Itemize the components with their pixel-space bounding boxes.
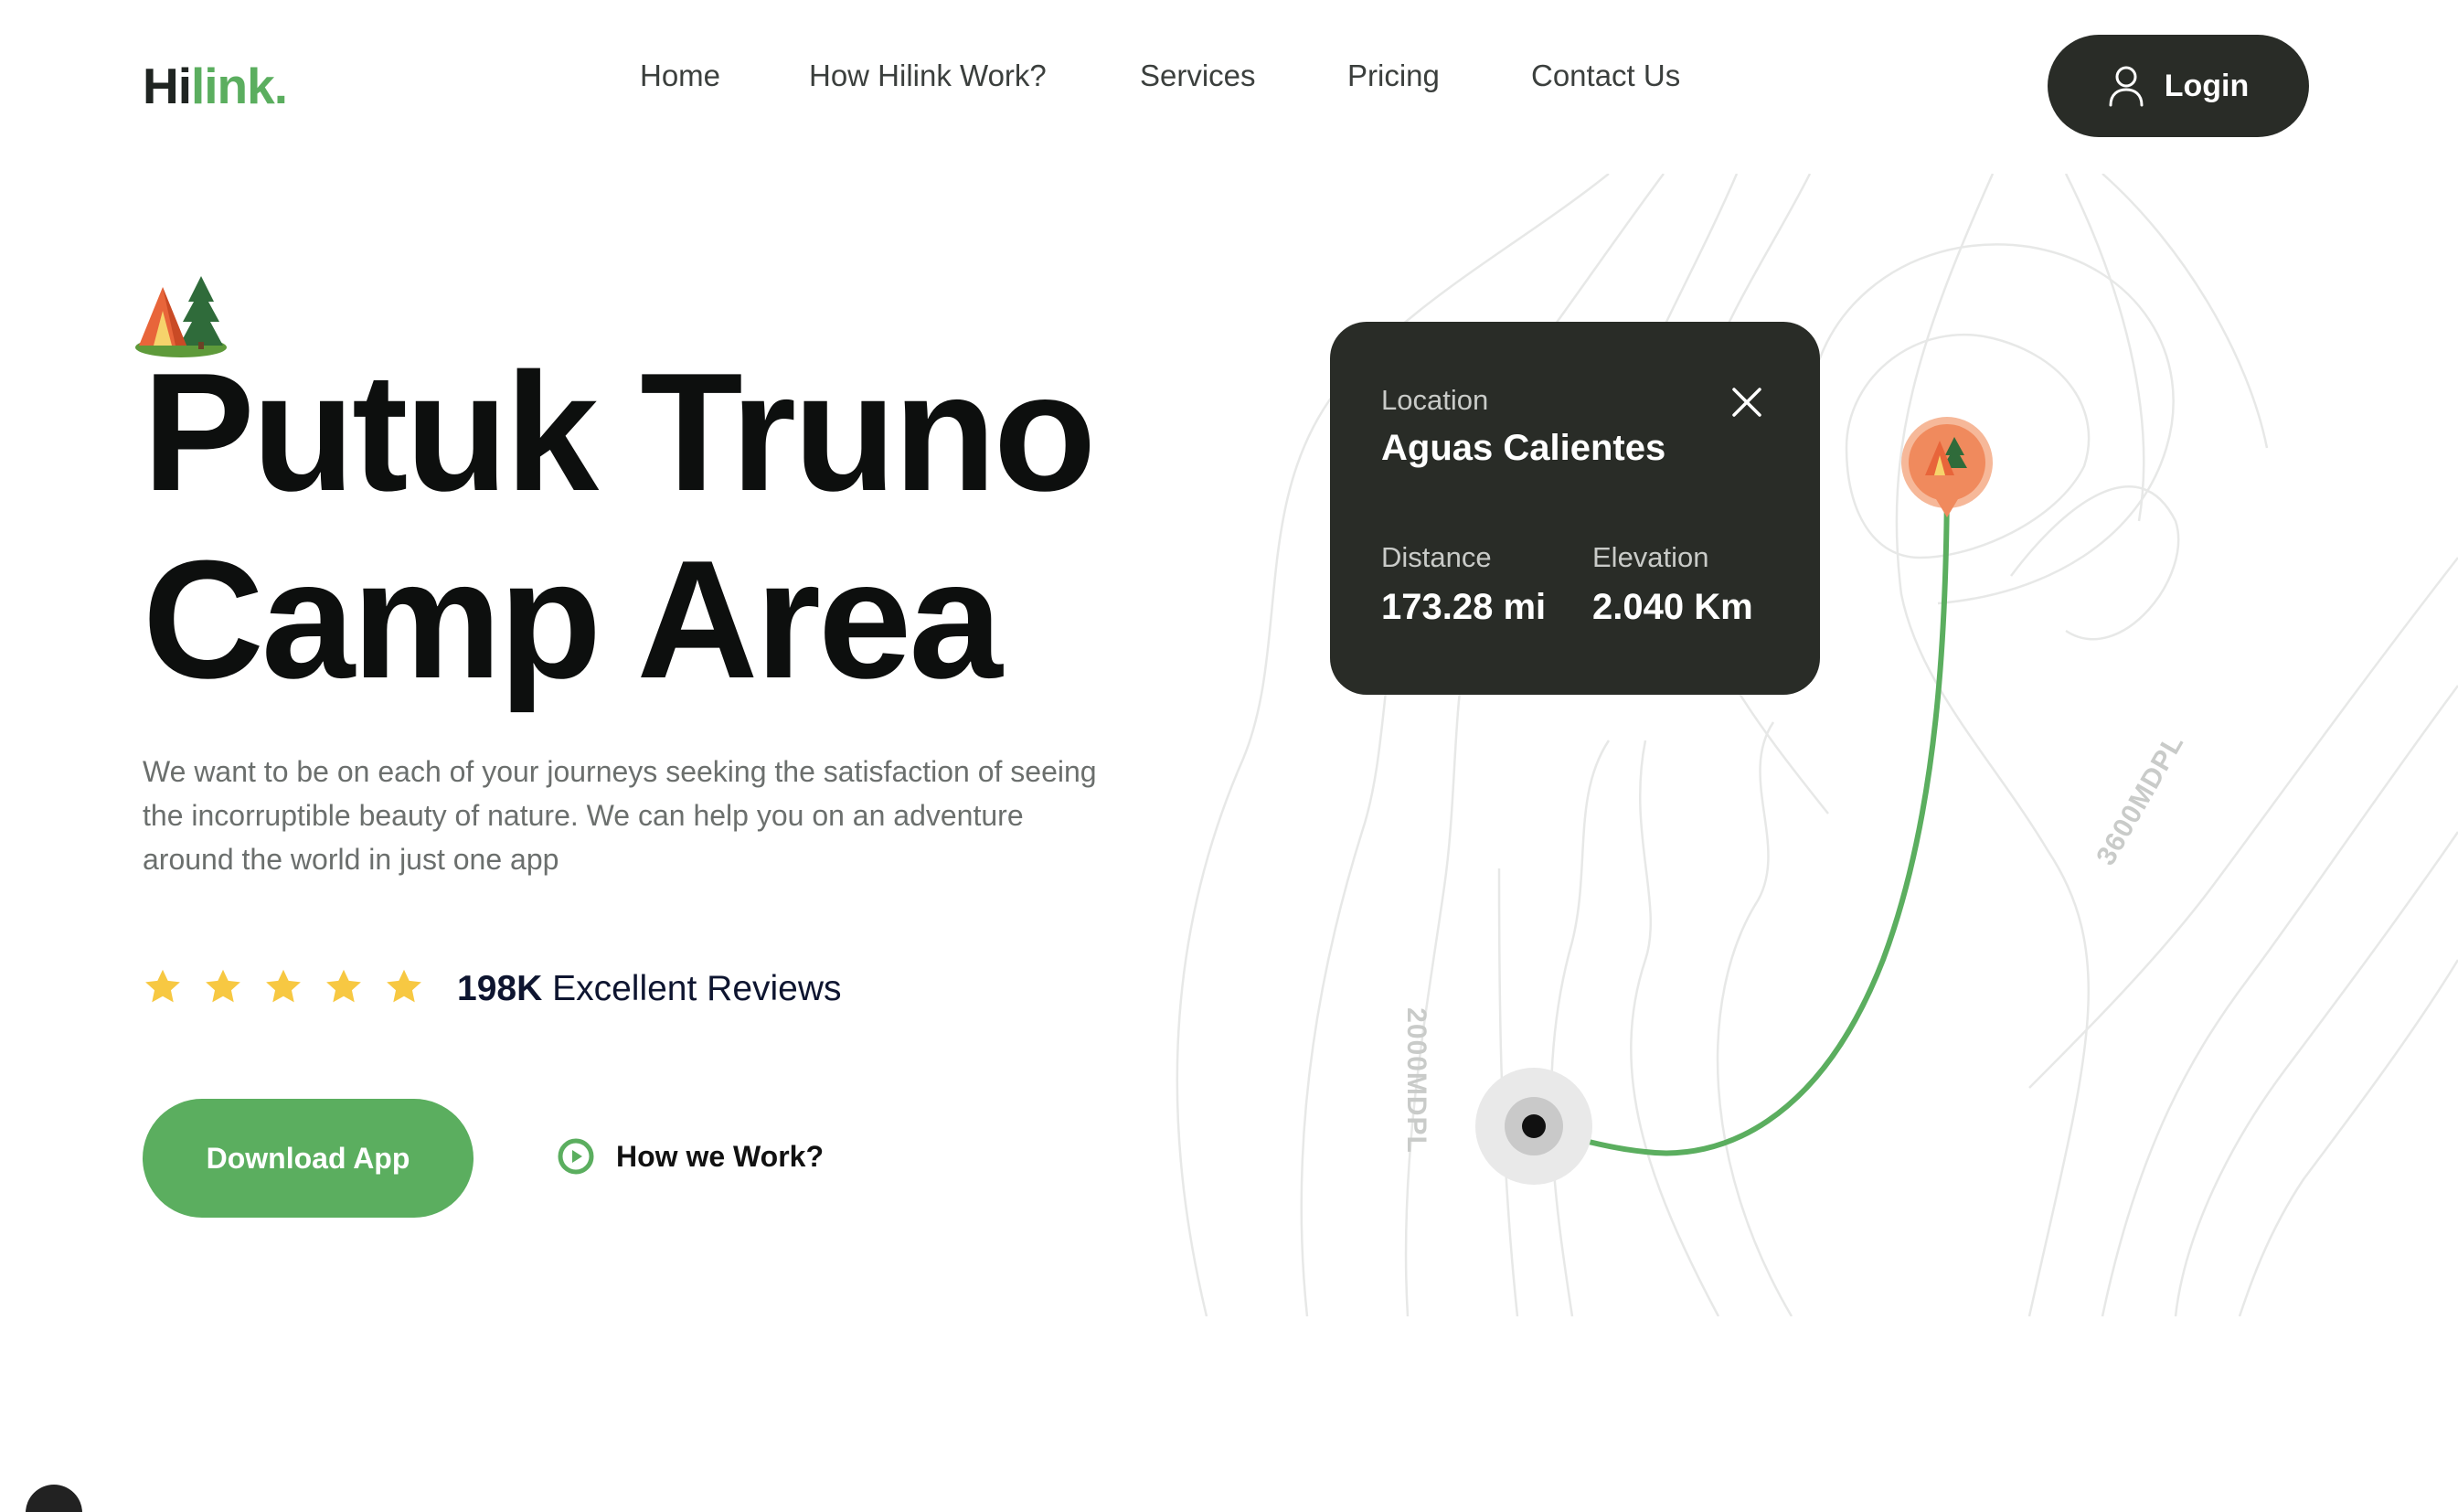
location-value: Aguas Calientes [1381, 428, 1666, 468]
contour-label-2000: 2000MDPL [1400, 1007, 1431, 1154]
nav-item-services[interactable]: Services [1140, 59, 1256, 93]
star-icon [266, 969, 301, 1003]
how-we-work-button[interactable]: How we Work? [558, 1138, 824, 1175]
start-point [1522, 1114, 1546, 1138]
location-card: Location Aguas Calientes Distance 173.28… [1330, 322, 1820, 695]
user-icon [2109, 66, 2144, 107]
how-we-work-label: How we Work? [616, 1139, 824, 1173]
reviews-summary: 198K Excellent Reviews [457, 969, 842, 1009]
page-title: Putuk Truno Camp Area [143, 337, 1096, 713]
star-icon [387, 969, 421, 1003]
location-label: Location [1381, 384, 1489, 416]
close-icon[interactable] [1729, 384, 1765, 421]
title-line-1: Putuk Truno [143, 337, 1096, 526]
brand-part-2: link [191, 58, 275, 114]
hero-description: We want to be on each of your journeys s… [143, 755, 1097, 876]
distance-label: Distance [1381, 541, 1492, 573]
reviews-count: 198K [457, 969, 543, 1008]
elevation-label: Elevation [1592, 541, 1709, 573]
star-icon [326, 969, 361, 1003]
login-label: Login [2164, 68, 2250, 103]
rating-stars [143, 967, 424, 1007]
floating-widget-button[interactable] [26, 1485, 82, 1512]
star-icon [206, 969, 240, 1003]
elevation-value: 2.040 Km [1592, 587, 1753, 627]
nav-item-pricing[interactable]: Pricing [1347, 59, 1440, 93]
distance-value: 173.28 mi [1381, 587, 1547, 627]
brand-logo[interactable]: Hilink. [143, 57, 288, 115]
brand-part-1: Hi [143, 58, 192, 114]
brand-part-3: . [273, 58, 288, 114]
nav-item-home[interactable]: Home [640, 59, 720, 93]
reviews-label: Excellent Reviews [552, 969, 842, 1008]
star-icon [145, 969, 180, 1003]
title-line-2: Camp Area [143, 525, 1003, 713]
nav-item-how-it-works[interactable]: How Hilink Work? [809, 59, 1047, 93]
download-app-button[interactable]: Download App [143, 1099, 474, 1218]
play-icon [558, 1138, 594, 1175]
login-button[interactable]: Login [2048, 35, 2309, 137]
nav-item-contact[interactable]: Contact Us [1531, 59, 1680, 93]
